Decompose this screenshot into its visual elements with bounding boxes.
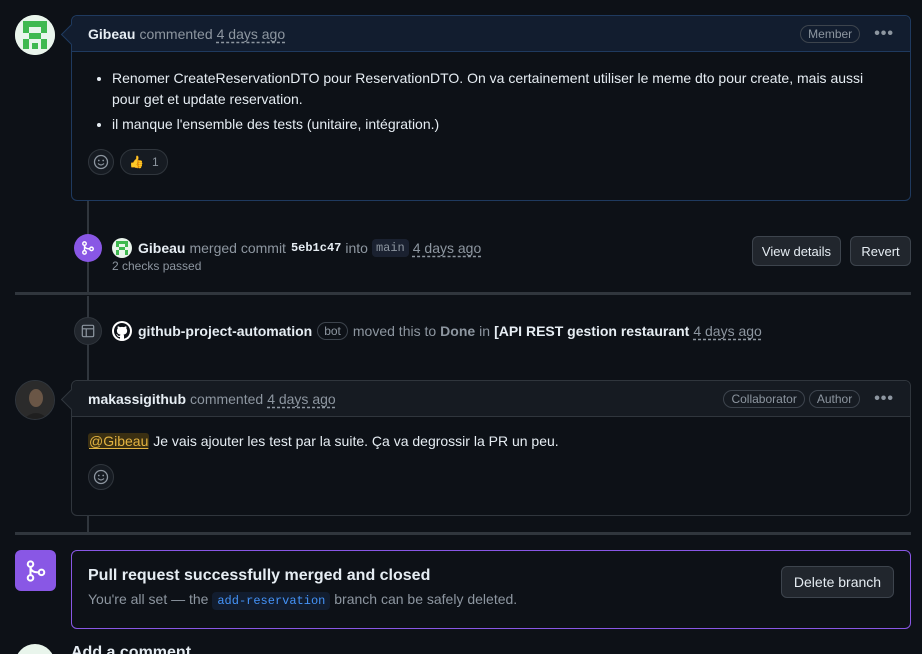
merged-desc-pre: You're all set — the: [88, 591, 209, 607]
more-options-icon[interactable]: •••: [874, 390, 894, 408]
avatar[interactable]: [15, 15, 55, 55]
event-timestamp[interactable]: 4 days ago: [413, 240, 482, 256]
comment-body: Renomer CreateReservationDTO pour Reserv…: [72, 52, 910, 149]
avatar[interactable]: [112, 238, 132, 258]
merge-event: Gibeau merged commit 5eb1c47 into main 4…: [74, 234, 481, 262]
collaborator-badge: Collaborator: [723, 389, 805, 408]
event-into: into: [345, 240, 368, 256]
smiley-icon: [93, 469, 109, 485]
member-badge: Member: [800, 24, 861, 43]
github-logo-icon[interactable]: [112, 321, 132, 341]
reaction-count: 1: [151, 155, 159, 169]
event-author[interactable]: github-project-automation: [138, 323, 312, 339]
project-link[interactable]: [API REST gestion restaurant: [494, 323, 689, 339]
reactions: [72, 464, 910, 506]
merged-status-description: You're all set — the add-reservation bra…: [88, 591, 894, 610]
base-branch[interactable]: main: [371, 239, 409, 257]
timeline-divider: [15, 532, 911, 535]
project-event: github-project-automation bot moved this…: [74, 317, 762, 345]
add-reaction-button[interactable]: [88, 464, 114, 490]
delete-branch-button[interactable]: Delete branch: [781, 566, 894, 598]
event-author[interactable]: Gibeau: [138, 240, 185, 256]
event-timestamp[interactable]: 4 days ago: [693, 323, 762, 339]
thumbs-up-icon: 👍: [129, 155, 144, 169]
comment-gibeau: Gibeau commented 4 days ago Member ••• R…: [71, 15, 911, 201]
bot-badge: bot: [317, 322, 348, 340]
view-details-button[interactable]: View details: [752, 236, 841, 266]
head-branch[interactable]: add-reservation: [212, 592, 331, 610]
event-in: in: [479, 323, 491, 339]
commit-sha-link[interactable]: 5eb1c47: [291, 241, 341, 255]
thumbs-up-reaction-button[interactable]: 👍 1: [120, 149, 168, 175]
more-options-icon[interactable]: •••: [874, 25, 894, 43]
event-action: moved this to: [352, 323, 437, 339]
comment-header: makassigithub commented 4 days ago Colla…: [72, 381, 910, 417]
comment-body: @Gibeau Je vais ajouter les test par la …: [72, 417, 910, 464]
event-action: merged commit: [189, 240, 286, 256]
avatar[interactable]: [15, 380, 55, 420]
timeline-divider: [15, 292, 911, 295]
list-item: il manque l'ensemble des tests (unitaire…: [112, 114, 894, 135]
merged-desc-post: branch can be safely deleted.: [334, 591, 518, 607]
checks-status[interactable]: 2 checks passed: [112, 259, 201, 273]
author-badge: Author: [808, 389, 861, 408]
comment-timestamp[interactable]: 4 days ago: [267, 391, 336, 407]
comment-makassigithub: makassigithub commented 4 days ago Colla…: [71, 380, 911, 516]
comment-action: commented: [139, 25, 213, 42]
list-item: Renomer CreateReservationDTO pour Reserv…: [112, 68, 894, 110]
add-comment-heading: Add a comment: [71, 644, 192, 654]
comment-action: commented: [190, 390, 264, 407]
revert-button[interactable]: Revert: [850, 236, 911, 266]
user-mention-link[interactable]: @Gibeau: [88, 433, 150, 449]
merged-status-title: Pull request successfully merged and clo…: [88, 567, 431, 584]
timeline-line: [87, 515, 89, 533]
add-reaction-button[interactable]: [88, 149, 114, 175]
comment-author[interactable]: makassigithub: [88, 391, 186, 407]
comment-author[interactable]: Gibeau: [88, 26, 135, 42]
smiley-icon: [93, 154, 109, 170]
git-merge-icon: [74, 234, 102, 262]
project-column: Done: [440, 323, 476, 339]
reactions: 👍 1: [72, 149, 910, 191]
comment-text: Je vais ajouter les test par la suite. Ç…: [153, 433, 559, 449]
git-merge-icon: [15, 550, 56, 591]
comment-header: Gibeau commented 4 days ago Member •••: [72, 16, 910, 52]
avatar: [15, 644, 55, 654]
comment-timestamp[interactable]: 4 days ago: [217, 26, 286, 42]
project-table-icon: [74, 317, 102, 345]
